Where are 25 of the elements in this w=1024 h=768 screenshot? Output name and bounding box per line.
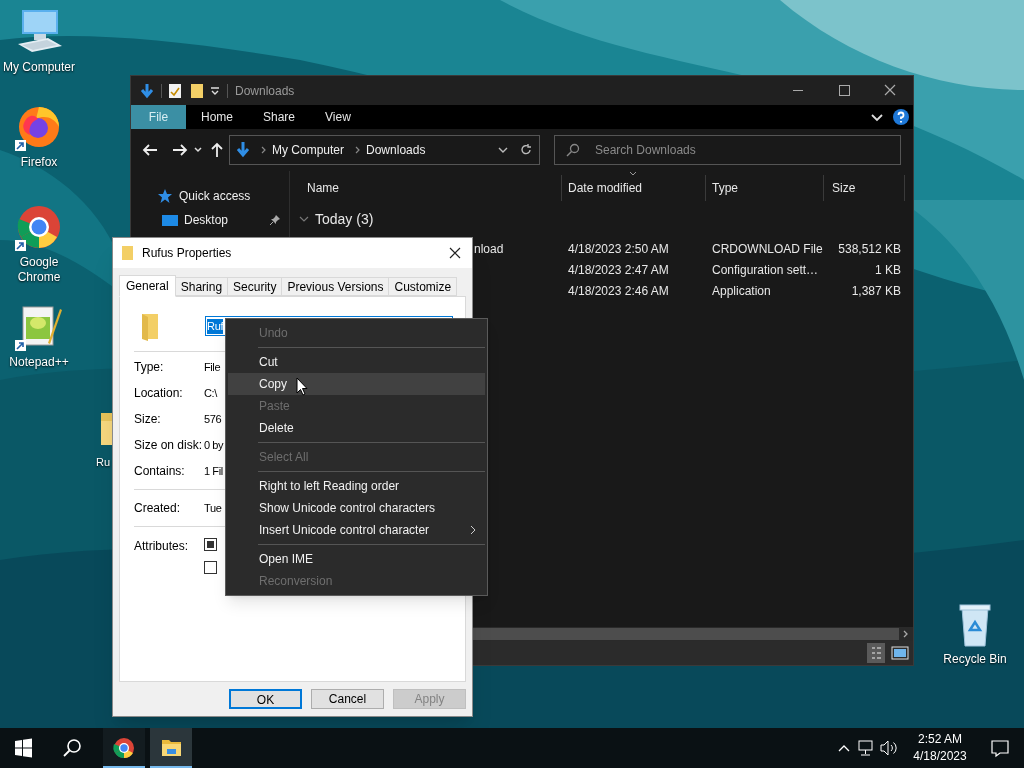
table-cell: CRDOWNLOAD File	[712, 241, 823, 256]
field-label: Type:	[134, 360, 164, 374]
field-value: 576	[204, 411, 222, 427]
field-label: Location:	[134, 386, 183, 400]
field-value: 1 Fil	[204, 463, 223, 479]
table-cell: Application	[712, 283, 771, 298]
field-value: Tue	[204, 500, 222, 516]
selected-text: Ruf	[207, 318, 224, 334]
window-title: Downloads	[235, 82, 296, 100]
field-label: Created:	[134, 501, 181, 515]
table-cell: 538,512 KB	[838, 241, 901, 256]
table-cell: 1,387 KB	[851, 283, 901, 298]
field-value: C:\	[204, 385, 217, 401]
table-cell: Configuration sett…	[712, 262, 819, 277]
field-label: Size:	[134, 412, 161, 426]
table-cell: 4/18/2023 2:46 AM	[568, 283, 669, 298]
field-label: Contains:	[134, 464, 185, 478]
field-label: Size on disk:	[134, 438, 203, 452]
table-cell: 4/18/2023 2:50 AM	[568, 241, 669, 256]
table-cell: 4/18/2023 2:47 AM	[568, 262, 669, 277]
dialog-title: Rufus Properties	[142, 245, 233, 262]
table-cell: 1 KB	[875, 262, 901, 277]
field-label: Attributes:	[134, 539, 189, 553]
field-value: 0 by	[204, 437, 224, 453]
field-value: File	[204, 359, 221, 375]
